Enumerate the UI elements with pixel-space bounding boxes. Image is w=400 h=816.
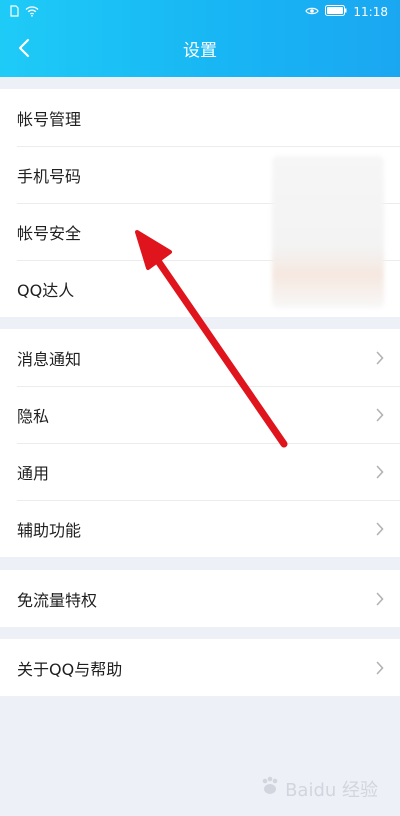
wifi-icon (25, 5, 39, 20)
chevron-right-icon (376, 408, 384, 421)
paw-icon (259, 775, 281, 802)
settings-item-free-data[interactable]: 免流量特权 (0, 570, 400, 627)
settings-item-label: 关于QQ与帮助 (17, 659, 123, 679)
settings-item-general[interactable]: 通用 (0, 443, 400, 500)
settings-item-label: 免流量特权 (17, 590, 98, 610)
status-time: 11:18 (353, 5, 388, 19)
settings-item-label: 帐号安全 (17, 223, 82, 243)
settings-item-about-help[interactable]: 关于QQ与帮助 (0, 639, 400, 696)
chevron-right-icon (376, 661, 384, 674)
chevron-right-icon (376, 522, 384, 535)
redacted-area (272, 156, 384, 308)
page-title: 设置 (183, 41, 217, 61)
chevron-right-icon (376, 592, 384, 605)
settings-item-label: 辅助功能 (17, 520, 82, 540)
settings-item-label: 帐号管理 (17, 109, 82, 129)
status-right: 11:18 (305, 5, 388, 19)
settings-item-notifications[interactable]: 消息通知 (0, 329, 400, 386)
settings-item-label: QQ达人 (17, 280, 75, 300)
watermark-text: Baidu 经验 (285, 779, 378, 801)
chevron-right-icon (376, 351, 384, 364)
settings-item-accessibility[interactable]: 辅助功能 (0, 500, 400, 557)
settings-item-account-management[interactable]: 帐号管理 (0, 89, 400, 146)
app-header: 11:18 设置 (0, 0, 400, 77)
settings-item-label: 隐私 (17, 406, 50, 426)
settings-group-about: 关于QQ与帮助 (0, 639, 400, 696)
settings-group-general: 消息通知 隐私 通用 辅助功能 (0, 329, 400, 557)
settings-item-label: 通用 (17, 463, 50, 483)
status-left (10, 5, 39, 20)
watermark: Baidu 经验 (259, 775, 378, 802)
settings-item-privacy[interactable]: 隐私 (0, 386, 400, 443)
settings-item-label: 消息通知 (17, 349, 82, 369)
sim-icon (10, 5, 19, 20)
eye-icon (305, 5, 320, 19)
battery-icon (325, 5, 347, 19)
settings-item-label: 手机号码 (17, 166, 82, 186)
status-bar: 11:18 (0, 0, 400, 26)
settings-group-data-privilege: 免流量特权 (0, 570, 400, 627)
chevron-right-icon (376, 465, 384, 478)
